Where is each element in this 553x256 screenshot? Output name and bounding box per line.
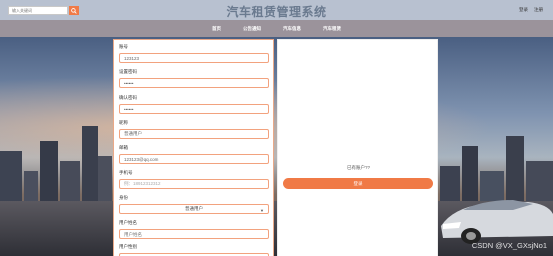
- have-account-text: 已有账户??: [346, 165, 370, 170]
- password-field[interactable]: [119, 78, 269, 88]
- login-prompt-panel: 已有账户?? 登录: [277, 39, 438, 256]
- account-field[interactable]: [119, 53, 269, 63]
- chevron-down-icon: ▼: [260, 208, 264, 213]
- auth-links: 登录 注册: [519, 7, 543, 13]
- nav-item-rental[interactable]: 汽车租赁: [319, 26, 345, 32]
- nav-item-cars[interactable]: 汽车信息: [279, 26, 305, 32]
- login-button[interactable]: 登录: [283, 178, 433, 189]
- site-title: 汽车租赁管理系统: [226, 5, 327, 19]
- login-link[interactable]: 登录: [519, 7, 528, 13]
- nickname-field[interactable]: [119, 129, 269, 139]
- role-select[interactable]: 普通用户 ▼: [119, 204, 269, 214]
- main-nav: 首页 公告通知 汽车信息 汽车租赁: [0, 20, 553, 37]
- username-field[interactable]: [119, 229, 269, 239]
- nav-item-announcements[interactable]: 公告通知: [239, 26, 265, 32]
- nickname-label: 昵称: [119, 120, 128, 125]
- watermark: CSDN @VX_GXsjNo1: [471, 241, 547, 250]
- username-label: 用户姓名: [119, 220, 137, 225]
- email-label: 邮箱: [119, 145, 128, 150]
- email-field[interactable]: [119, 154, 269, 164]
- role-select-value: 普通用户: [185, 206, 203, 211]
- top-header: 汽车租赁管理系统 登录 注册: [0, 0, 553, 20]
- register-link[interactable]: 注册: [534, 7, 543, 13]
- confirm-password-field[interactable]: [119, 104, 269, 114]
- nav-item-home[interactable]: 首页: [208, 26, 225, 32]
- gender-label: 用户性别: [119, 244, 137, 249]
- register-form: 账号 设置密码 确认密码 昵称 邮箱 手机号 身份 普通用户 ▼ 用户姓名 用户…: [113, 39, 274, 256]
- car-image: [441, 200, 553, 244]
- confirm-password-label: 确认密码: [119, 95, 137, 100]
- account-label: 账号: [119, 44, 128, 49]
- phone-label: 手机号: [119, 170, 133, 175]
- password-label: 设置密码: [119, 69, 137, 74]
- role-label: 身份: [119, 195, 128, 200]
- phone-field[interactable]: [119, 179, 269, 189]
